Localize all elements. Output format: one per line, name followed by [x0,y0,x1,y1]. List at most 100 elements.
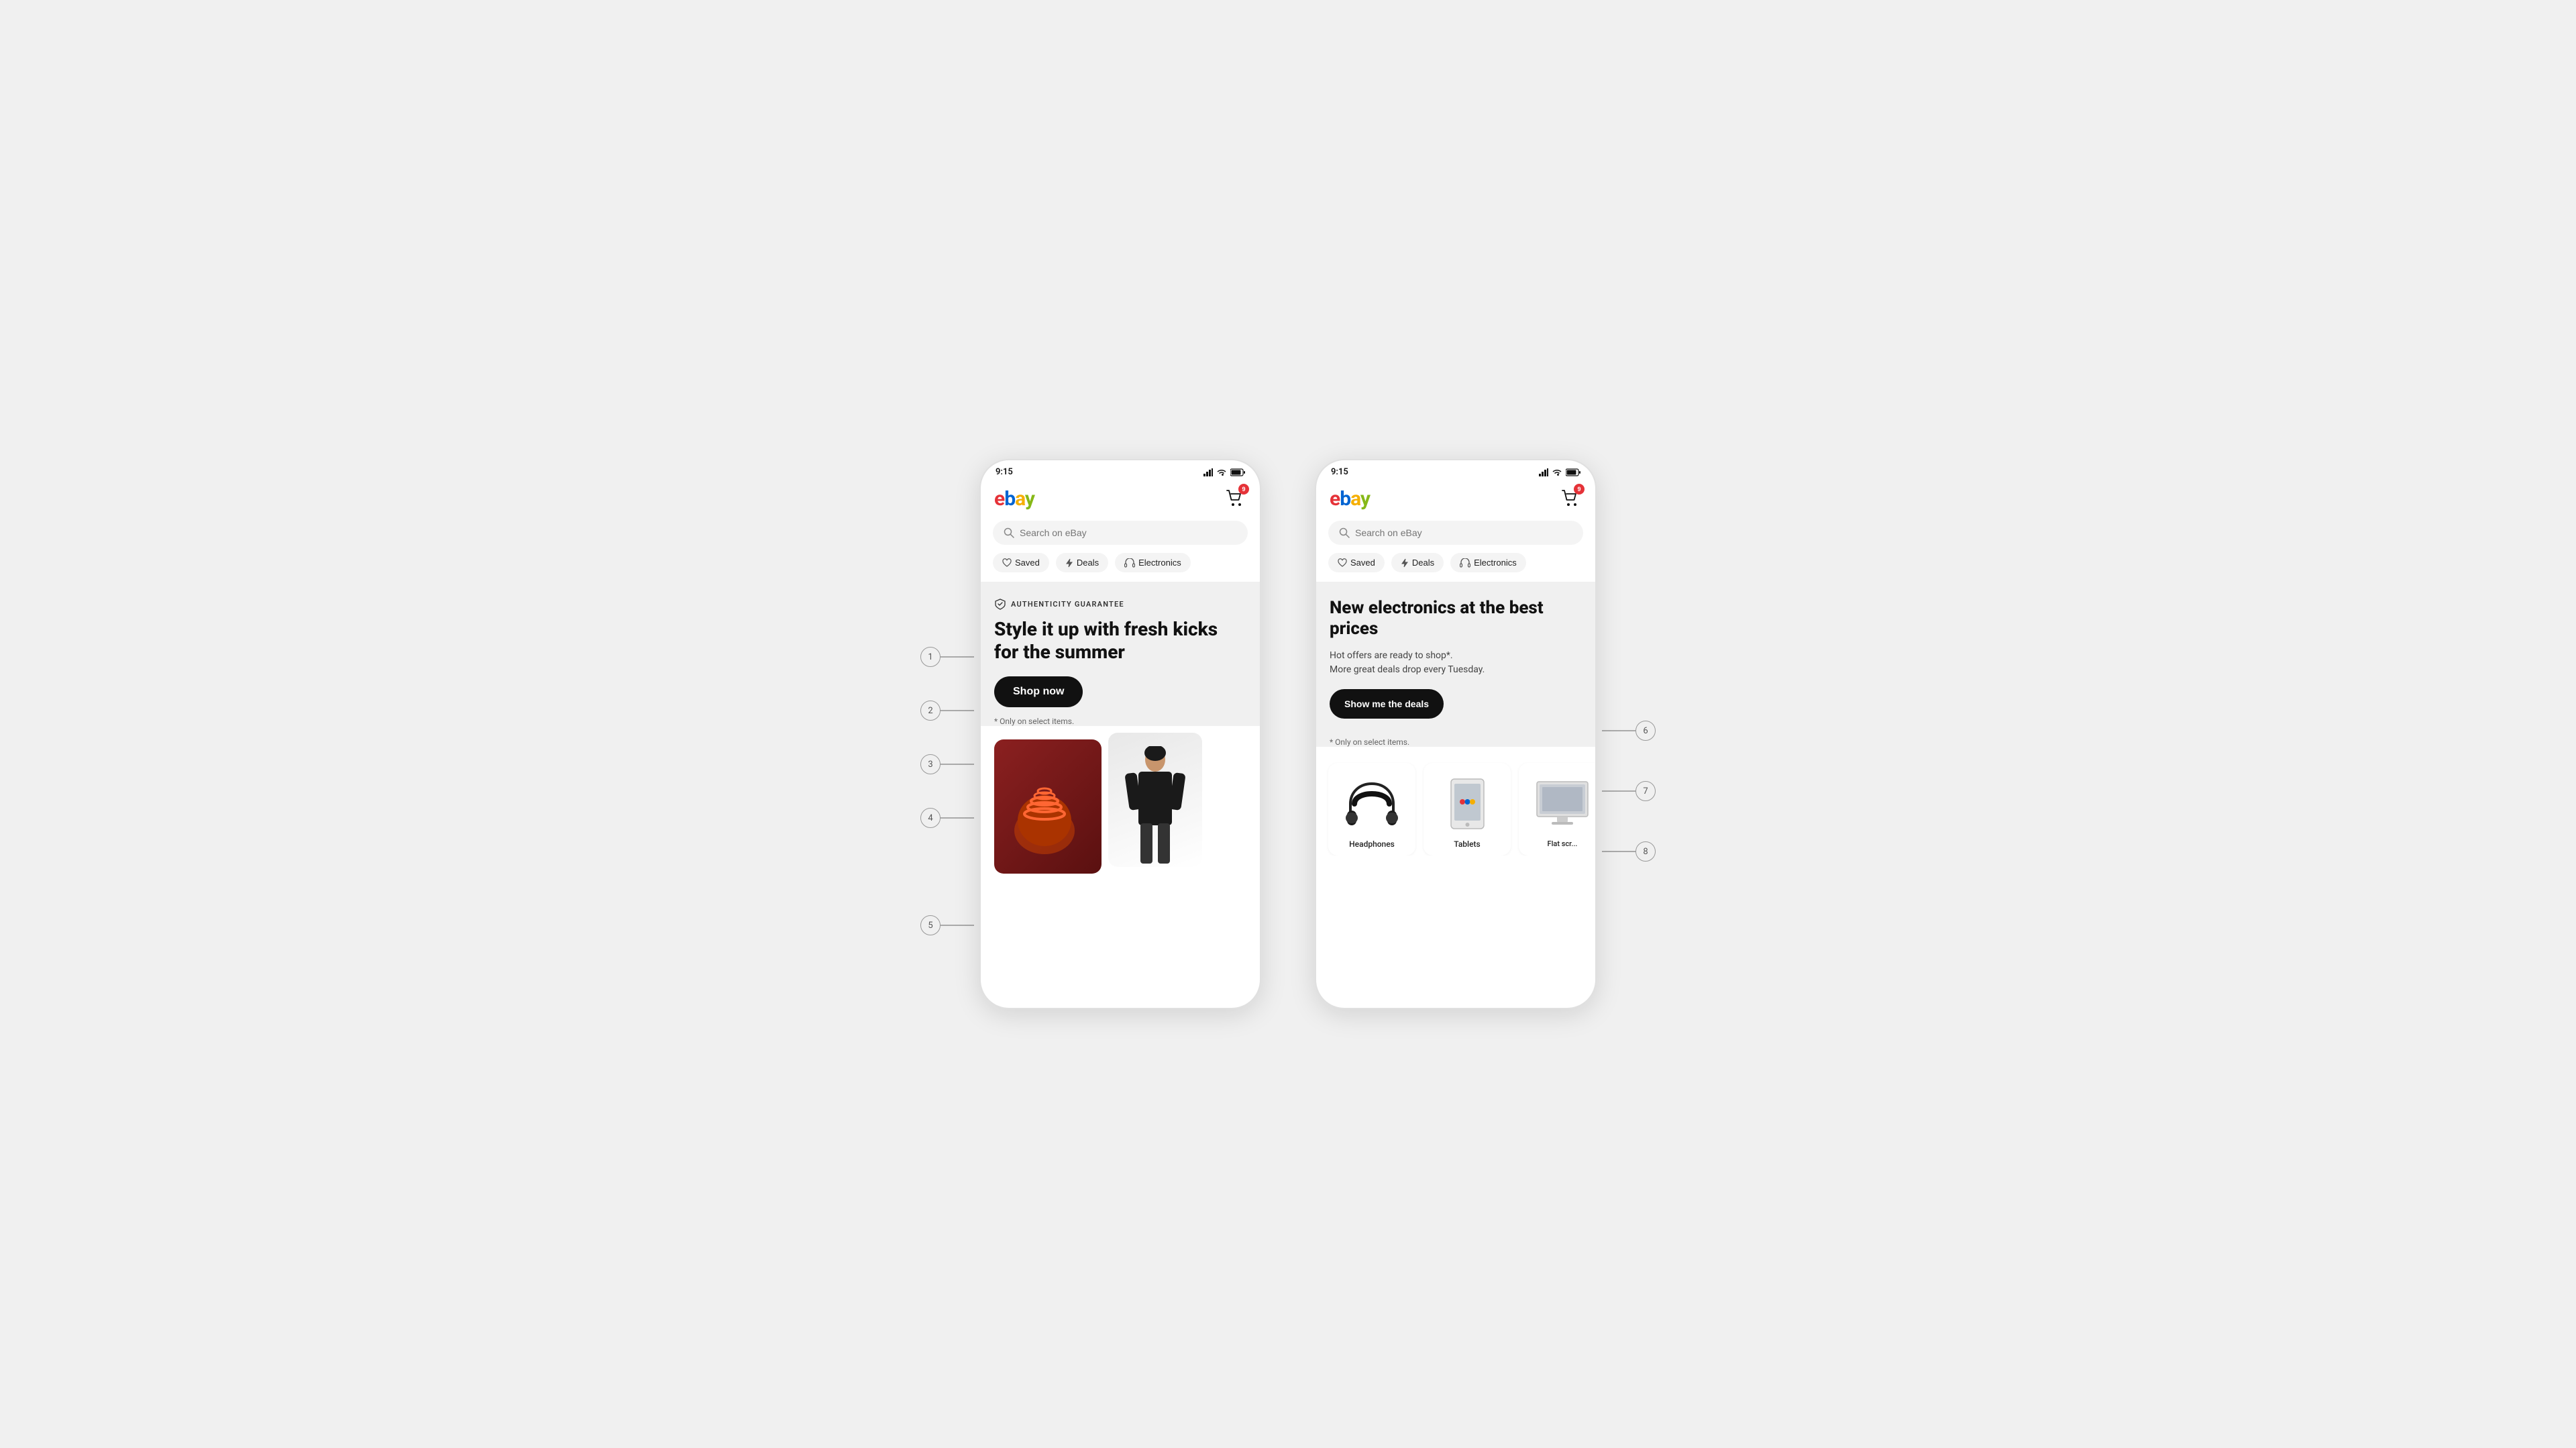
banner-desc-2: Hot offers are ready to shop*. More grea… [1330,649,1582,677]
annotation-8: 8 [1602,841,1656,862]
app-header-2: ebay 9 [1316,481,1595,518]
status-icons-2 [1539,468,1580,476]
saved-label-1: Saved [1015,558,1040,568]
annotation-line-7 [1602,790,1635,792]
signal-icon-2 [1539,468,1548,476]
wifi-icon-1 [1216,468,1227,476]
headphones-icon-2 [1460,558,1470,568]
electronics-label-1: Electronics [1138,558,1181,568]
authenticity-tag-1: AUTHENTICITY GUARANTEE [994,598,1246,610]
saved-button-1[interactable]: Saved [993,553,1049,572]
cart-badge-2: 9 [1574,484,1585,495]
saved-button-2[interactable]: Saved [1328,553,1385,572]
flatscreen-product-icon [1536,780,1589,827]
status-bar-2: 9:15 [1316,460,1595,481]
tablet-product-icon [1449,777,1486,831]
annotation-7: 7 [1602,781,1656,801]
logo-a-2: a [1350,487,1360,511]
show-deals-button-2[interactable]: Show me the deals [1330,689,1444,719]
time-1: 9:15 [996,467,1013,477]
search-bar-1[interactable] [993,521,1248,545]
annotation-circle-8: 8 [1635,841,1656,862]
flatscreen-card[interactable]: Flat scr... [1519,763,1595,856]
heart-icon-2 [1338,558,1347,568]
bolt-icon-1 [1065,558,1073,568]
headphones-img [1342,774,1402,834]
annotation-3: 3 [920,754,974,774]
banner-desc-line2: More great deals drop every Tuesday. [1330,664,1485,675]
search-bar-2[interactable] [1328,521,1583,545]
product-row-2: Headphones [1316,754,1595,856]
cart-badge-1: 9 [1238,484,1249,495]
deals-button-1[interactable]: Deals [1056,553,1108,572]
status-icons-1 [1203,468,1245,476]
authenticity-text-1: AUTHENTICITY GUARANTEE [1011,600,1124,609]
annotation-circle-5: 5 [920,915,941,935]
banner-desc-line1: Hot offers are ready to shop*. [1330,650,1453,661]
search-input-1[interactable] [1020,527,1237,538]
person-silhouette [1122,746,1189,867]
cart-button-2[interactable]: 9 [1559,486,1582,511]
phone2-content: 9:15 [1316,460,1595,856]
annotation-1: 1 [920,647,974,667]
annotation-line-8 [1602,851,1635,852]
fashion-card-bag [994,739,1102,874]
ebay-logo-1: ebay [994,487,1034,511]
status-bar-1: 9:15 [981,460,1260,481]
bolt-icon-2 [1401,558,1409,568]
deals-button-2[interactable]: Deals [1391,553,1444,572]
bag-illustration [1001,757,1088,858]
electronics-button-2[interactable]: Electronics [1450,553,1526,572]
electronics-label-2: Electronics [1474,558,1517,568]
annotation-circle-4: 4 [920,808,941,828]
fashion-images-1 [981,726,1260,874]
app-header-1: ebay 9 [981,481,1260,518]
banner-title-2: New electronics at the best prices [1330,598,1582,639]
annotation-line-4 [941,817,974,819]
annotation-circle-7: 7 [1635,781,1656,801]
tablets-card[interactable]: Tablets [1424,763,1511,856]
phone1-group: 1 2 3 4 5 [920,459,1261,1009]
logo-y-2: y [1360,487,1370,511]
phone2: 9:15 [1315,459,1597,1009]
annotation-circle-2: 2 [920,701,941,721]
deals-label-2: Deals [1412,558,1434,568]
left-annotations-phone1: 1 2 3 4 5 [920,647,974,935]
battery-icon-1 [1230,468,1245,476]
electronics-button-1[interactable]: Electronics [1115,553,1191,572]
search-icon-2 [1339,527,1350,538]
headphones-product-icon [1345,777,1399,831]
logo-e-2: e [1330,487,1340,511]
annotation-2: 2 [920,701,974,721]
phone1-content: 9:15 [981,460,1260,874]
search-input-2[interactable] [1355,527,1572,538]
logo-b: b [1004,487,1015,511]
annotation-circle-6: 6 [1635,721,1656,741]
saved-label-2: Saved [1350,558,1375,568]
flatscreen-label: Flat scr... [1548,839,1578,848]
disclaimer-2: * Only on select items. [1330,737,1582,747]
annotation-circle-3: 3 [920,754,941,774]
annotation-4: 4 [920,808,974,828]
logo-e: e [994,487,1004,511]
headphones-card[interactable]: Headphones [1328,763,1415,856]
annotation-line-6 [1602,730,1635,731]
logo-b-2: b [1340,487,1350,511]
logo-a: a [1015,487,1025,511]
annotation-line-2 [941,710,974,711]
tablets-img [1437,774,1497,834]
banner-title-1: Style it up with fresh kicks for the sum… [994,618,1246,663]
ebay-logo-2: ebay [1330,487,1370,511]
annotation-line-1 [941,656,974,658]
shop-now-button-1[interactable]: Shop now [994,676,1083,707]
banner-area-2: New electronics at the best prices Hot o… [1316,582,1595,747]
flatscreen-img [1532,774,1593,834]
heart-icon-1 [1002,558,1012,568]
headphones-label: Headphones [1349,839,1395,849]
phone2-group: 9:15 [1315,459,1656,1009]
annotation-5: 5 [920,915,974,935]
phone1: 9:15 [979,459,1261,1009]
cart-button-1[interactable]: 9 [1224,486,1246,511]
logo-y: y [1025,487,1034,511]
annotation-6: 6 [1602,721,1656,741]
